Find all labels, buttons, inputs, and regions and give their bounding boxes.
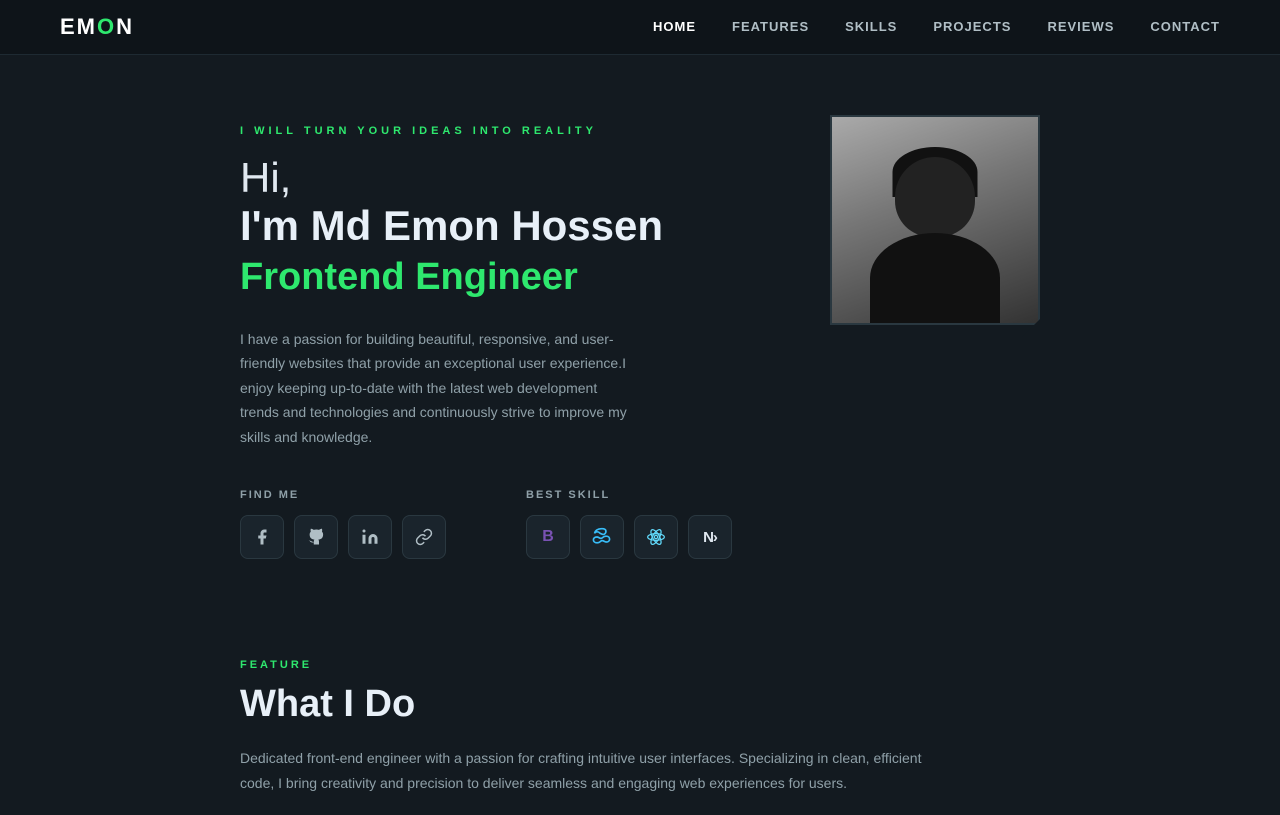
- tailwind-icon[interactable]: [580, 515, 624, 559]
- profile-photo-frame: [830, 115, 1040, 325]
- nav-home[interactable]: HOME: [653, 19, 696, 34]
- find-me-group: FIND ME: [240, 489, 446, 559]
- nav-reviews[interactable]: REVIEWS: [1047, 19, 1114, 34]
- bootstrap-icon[interactable]: B: [526, 515, 570, 559]
- best-skill-label: BEST SKILL: [526, 489, 732, 501]
- social-icons: [240, 515, 446, 559]
- hero-section: I WILL TURN YOUR IDEAS INTO REALITY Hi, …: [0, 55, 1280, 619]
- hero-tagline: I WILL TURN YOUR IDEAS INTO REALITY: [240, 125, 760, 137]
- hero-description: I have a passion for building beautiful,…: [240, 327, 640, 450]
- nav-projects[interactable]: PROJECTS: [933, 19, 1011, 34]
- react-icon[interactable]: [634, 515, 678, 559]
- github-icon[interactable]: [294, 515, 338, 559]
- feature-description: Dedicated front-end engineer with a pass…: [240, 746, 940, 795]
- logo[interactable]: EMON: [60, 14, 134, 40]
- hero-role: Frontend Engineer: [240, 256, 760, 299]
- nav-skills[interactable]: SKILLS: [845, 19, 897, 34]
- nav-features[interactable]: FEATURES: [732, 19, 809, 34]
- external-link-icon[interactable]: [402, 515, 446, 559]
- skill-icons: B N›: [526, 515, 732, 559]
- profile-photo: [832, 117, 1038, 323]
- hero-photo: [830, 115, 1040, 325]
- hero-left: I WILL TURN YOUR IDEAS INTO REALITY Hi, …: [240, 125, 760, 559]
- hero-greeting: Hi,: [240, 155, 760, 201]
- feature-section: FEATURE What I Do Dedicated front-end en…: [0, 619, 1280, 815]
- nav-contact[interactable]: CONTACT: [1150, 19, 1220, 34]
- hero-bottom: FIND ME BEST SKIL: [240, 489, 760, 559]
- find-me-label: FIND ME: [240, 489, 446, 501]
- hero-name: I'm Md Emon Hossen: [240, 201, 760, 251]
- silhouette-face: [895, 157, 975, 237]
- silhouette-body: [870, 233, 1000, 323]
- feature-section-label: FEATURE: [240, 659, 1040, 671]
- linkedin-icon[interactable]: [348, 515, 392, 559]
- nextjs-icon[interactable]: N›: [688, 515, 732, 559]
- navbar: EMON HOME FEATURES SKILLS PROJECTS REVIE…: [0, 0, 1280, 55]
- best-skill-group: BEST SKILL B N›: [526, 489, 732, 559]
- nav-links: HOME FEATURES SKILLS PROJECTS REVIEWS CO…: [653, 18, 1220, 36]
- facebook-icon[interactable]: [240, 515, 284, 559]
